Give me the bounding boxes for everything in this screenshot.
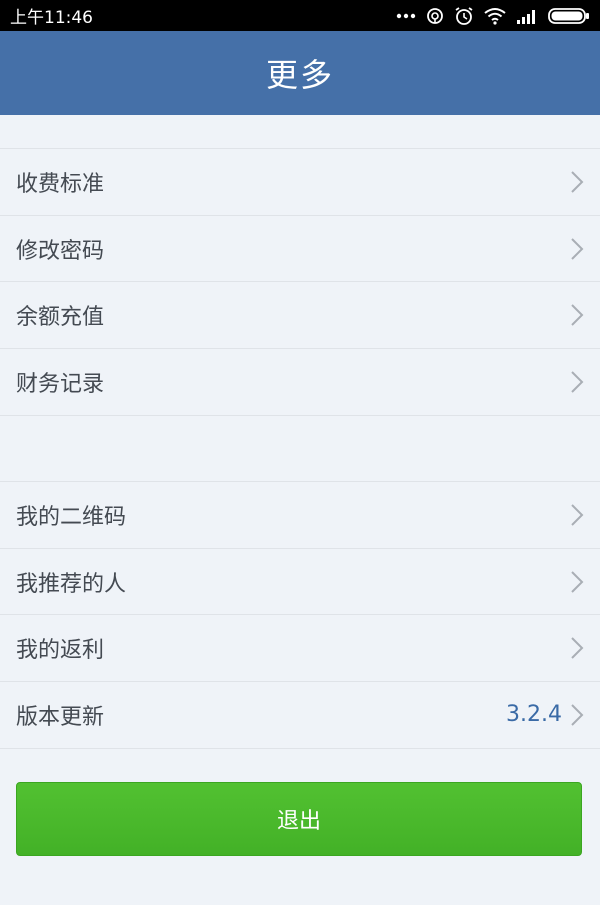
sync-icon [426,7,444,25]
menu-item-balance-recharge[interactable]: 余额充值 [0,282,600,350]
chevron-right-icon [570,703,584,727]
menu-item-label: 版本更新 [16,704,105,730]
menu-item-my-rebate[interactable]: 我的返利 [0,615,600,683]
status-bar: 上午11:46 [0,0,600,31]
chevron-right-icon [570,170,584,194]
menu-item-label: 修改密码 [16,238,105,264]
chevron-right-icon [570,570,584,594]
menu-item-label: 我的二维码 [16,504,127,530]
more-dots-icon [396,12,416,20]
menu-item-label: 我推荐的人 [16,571,127,597]
menu-item-my-qrcode[interactable]: 我的二维码 [0,482,600,549]
settings-group-personal: 我的二维码 我推荐的人 我的返利 版本更新 3.2.4 [0,481,600,749]
menu-item-label: 财务记录 [16,371,105,397]
battery-icon [548,7,590,24]
menu-item-label: 余额充值 [16,305,105,331]
status-icons [396,6,590,26]
page-title: 更多 [265,56,334,94]
menu-item-label: 我的返利 [16,638,105,664]
logout-button[interactable]: 退出 [16,782,582,856]
settings-group-account: 收费标准 修改密码 余额充值 财务记录 [0,148,600,416]
logout-button-label: 退出 [276,809,321,834]
status-time: 上午11:46 [10,8,93,28]
header: 更多 [0,31,600,115]
wifi-icon [484,7,506,25]
menu-item-version-update[interactable]: 版本更新 3.2.4 [0,682,600,749]
chevron-right-icon [570,237,584,261]
chevron-right-icon [570,503,584,527]
menu-item-my-referrals[interactable]: 我推荐的人 [0,549,600,616]
version-info: 3.2.4 [506,702,584,727]
menu-item-change-password[interactable]: 修改密码 [0,216,600,283]
chevron-right-icon [570,636,584,660]
menu-item-financial-records[interactable]: 财务记录 [0,349,600,416]
signal-icon [516,8,538,24]
chevron-right-icon [570,303,584,327]
menu-item-label: 收费标准 [16,171,105,197]
chevron-right-icon [570,370,584,394]
alarm-icon [454,6,474,26]
menu-item-fee-standard[interactable]: 收费标准 [0,149,600,216]
version-number: 3.2.4 [506,702,562,728]
